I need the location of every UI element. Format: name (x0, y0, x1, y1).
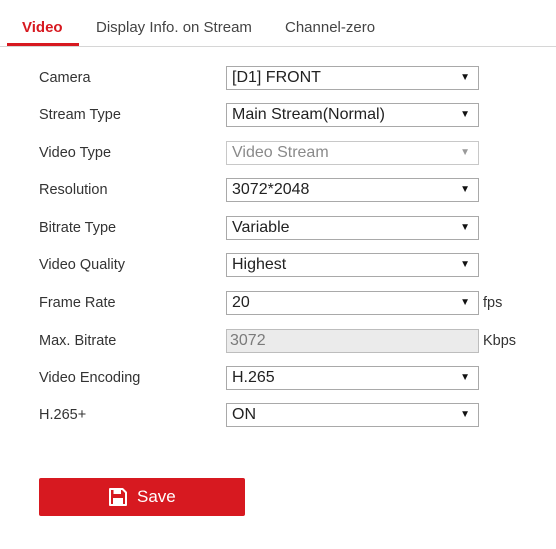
video-quality-select[interactable]: Highest ▼ (226, 253, 479, 277)
stream-type-select-value: Main Stream(Normal) (232, 106, 385, 123)
video-type-label: Video Type (39, 145, 112, 161)
max-bitrate-input: 3072 (226, 329, 479, 353)
max-bitrate-label: Max. Bitrate (39, 333, 117, 349)
resolution-select[interactable]: 3072*2048 ▼ (226, 178, 479, 202)
save-button[interactable]: Save (39, 478, 245, 516)
stream-type-label: Stream Type (39, 107, 121, 123)
dropdown-arrow-icon: ▼ (460, 72, 470, 83)
frame-rate-row: Frame Rate 20 ▼ fps (0, 291, 556, 315)
bitrate-type-select-value: Variable (232, 219, 290, 236)
frame-rate-select-value: 20 (232, 294, 250, 311)
frame-rate-label: Frame Rate (39, 295, 116, 311)
camera-row: Camera [D1] FRONT ▼ (0, 66, 556, 90)
dropdown-arrow-icon: ▼ (460, 184, 470, 195)
video-type-row: Video Type Video Stream ▼ (0, 141, 556, 165)
max-bitrate-input-value: 3072 (230, 332, 266, 349)
stream-type-row: Stream Type Main Stream(Normal) ▼ (0, 103, 556, 127)
h265-plus-label: H.265+ (39, 407, 87, 423)
dropdown-arrow-icon: ▼ (460, 372, 470, 383)
dropdown-arrow-icon: ▼ (460, 109, 470, 120)
video-encoding-label: Video Encoding (39, 370, 141, 386)
resolution-select-value: 3072*2048 (232, 181, 310, 198)
save-button-label: Save (137, 487, 176, 506)
video-type-select: Video Stream ▼ (226, 141, 479, 165)
h265-plus-select-value: ON (232, 406, 256, 423)
video-type-select-value: Video Stream (232, 144, 329, 161)
video-quality-label: Video Quality (39, 257, 125, 273)
video-quality-row: Video Quality Highest ▼ (0, 253, 556, 277)
video-encoding-row: Video Encoding H.265 ▼ (0, 366, 556, 390)
active-tab-indicator (7, 43, 79, 46)
bitrate-type-row: Bitrate Type Variable ▼ (0, 216, 556, 240)
dropdown-arrow-icon: ▼ (460, 409, 470, 420)
tab-bar: Video Display Info. on Stream Channel-ze… (0, 0, 556, 47)
h265-plus-select[interactable]: ON ▼ (226, 403, 479, 427)
resolution-label: Resolution (39, 182, 108, 198)
bitrate-type-label: Bitrate Type (39, 220, 117, 236)
camera-label: Camera (39, 70, 91, 86)
dropdown-arrow-icon: ▼ (460, 259, 470, 270)
max-bitrate-row: Max. Bitrate 3072 Kbps (0, 329, 556, 353)
bitrate-type-select[interactable]: Variable ▼ (226, 216, 479, 240)
video-quality-select-value: Highest (232, 256, 287, 273)
dropdown-arrow-icon: ▼ (460, 147, 470, 158)
tab-display-info-on-stream[interactable]: Display Info. on Stream (96, 19, 252, 36)
tab-channel-zero[interactable]: Channel-zero (285, 19, 375, 36)
video-encoding-select-value: H.265 (232, 369, 275, 386)
frame-rate-unit: fps (483, 295, 503, 311)
stream-type-select[interactable]: Main Stream(Normal) ▼ (226, 103, 479, 127)
dropdown-arrow-icon: ▼ (460, 222, 470, 233)
max-bitrate-unit: Kbps (483, 333, 517, 349)
camera-select[interactable]: [D1] FRONT ▼ (226, 66, 479, 90)
floppy-disk-icon (109, 488, 127, 506)
h265-plus-row: H.265+ ON ▼ (0, 403, 556, 427)
video-encoding-select[interactable]: H.265 ▼ (226, 366, 479, 390)
resolution-row: Resolution 3072*2048 ▼ (0, 178, 556, 202)
tab-video[interactable]: Video (22, 19, 63, 36)
dropdown-arrow-icon: ▼ (460, 297, 470, 308)
frame-rate-select[interactable]: 20 ▼ (226, 291, 479, 315)
camera-select-value: [D1] FRONT (232, 69, 321, 86)
